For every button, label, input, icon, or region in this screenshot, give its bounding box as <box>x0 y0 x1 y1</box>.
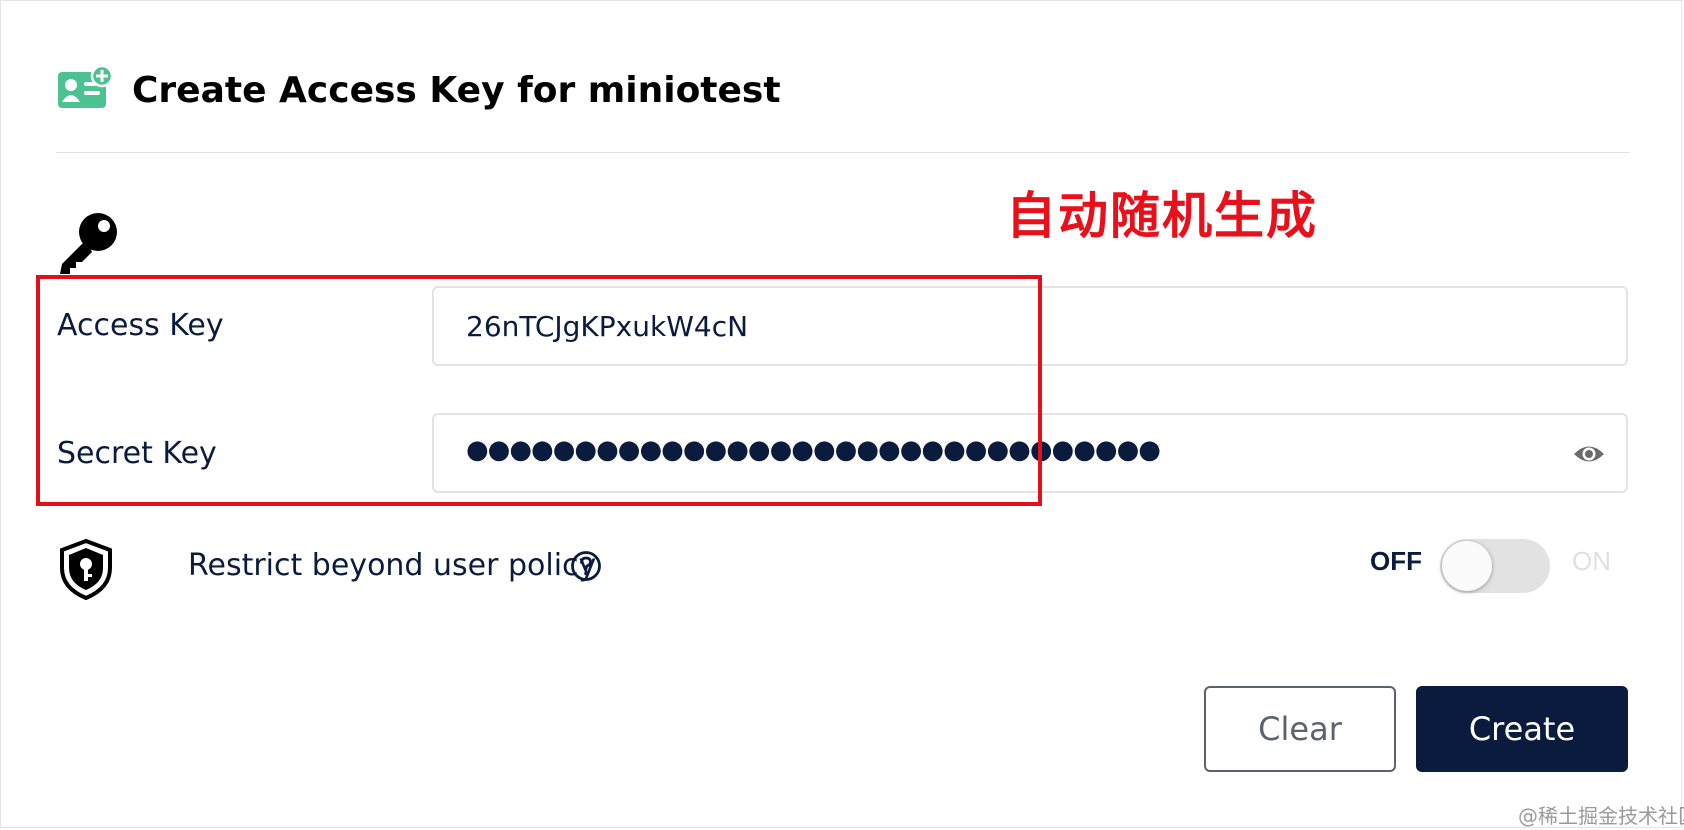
eye-icon[interactable] <box>1572 439 1606 469</box>
annotation-highlight-box <box>36 275 1042 506</box>
toggle-on-label: ON <box>1572 546 1611 576</box>
header-divider <box>56 152 1630 153</box>
toggle-off-label: OFF <box>1370 546 1422 576</box>
add-user-card-icon <box>58 66 114 108</box>
restrict-policy-label: Restrict beyond user policy <box>188 548 597 583</box>
watermark: @稀土掘金技术社区 <box>1518 804 1684 828</box>
question-circle-icon[interactable] <box>570 550 602 582</box>
annotation-label: 自动随机生成 <box>1006 187 1318 245</box>
shield-key-icon <box>60 538 112 600</box>
toggle-thumb <box>1442 541 1492 591</box>
dialog-title: Create Access Key for miniotest <box>132 70 781 111</box>
restrict-policy-toggle[interactable] <box>1440 539 1550 593</box>
create-button[interactable]: Create <box>1416 686 1628 772</box>
key-icon <box>60 213 117 274</box>
clear-button[interactable]: Clear <box>1204 686 1396 772</box>
